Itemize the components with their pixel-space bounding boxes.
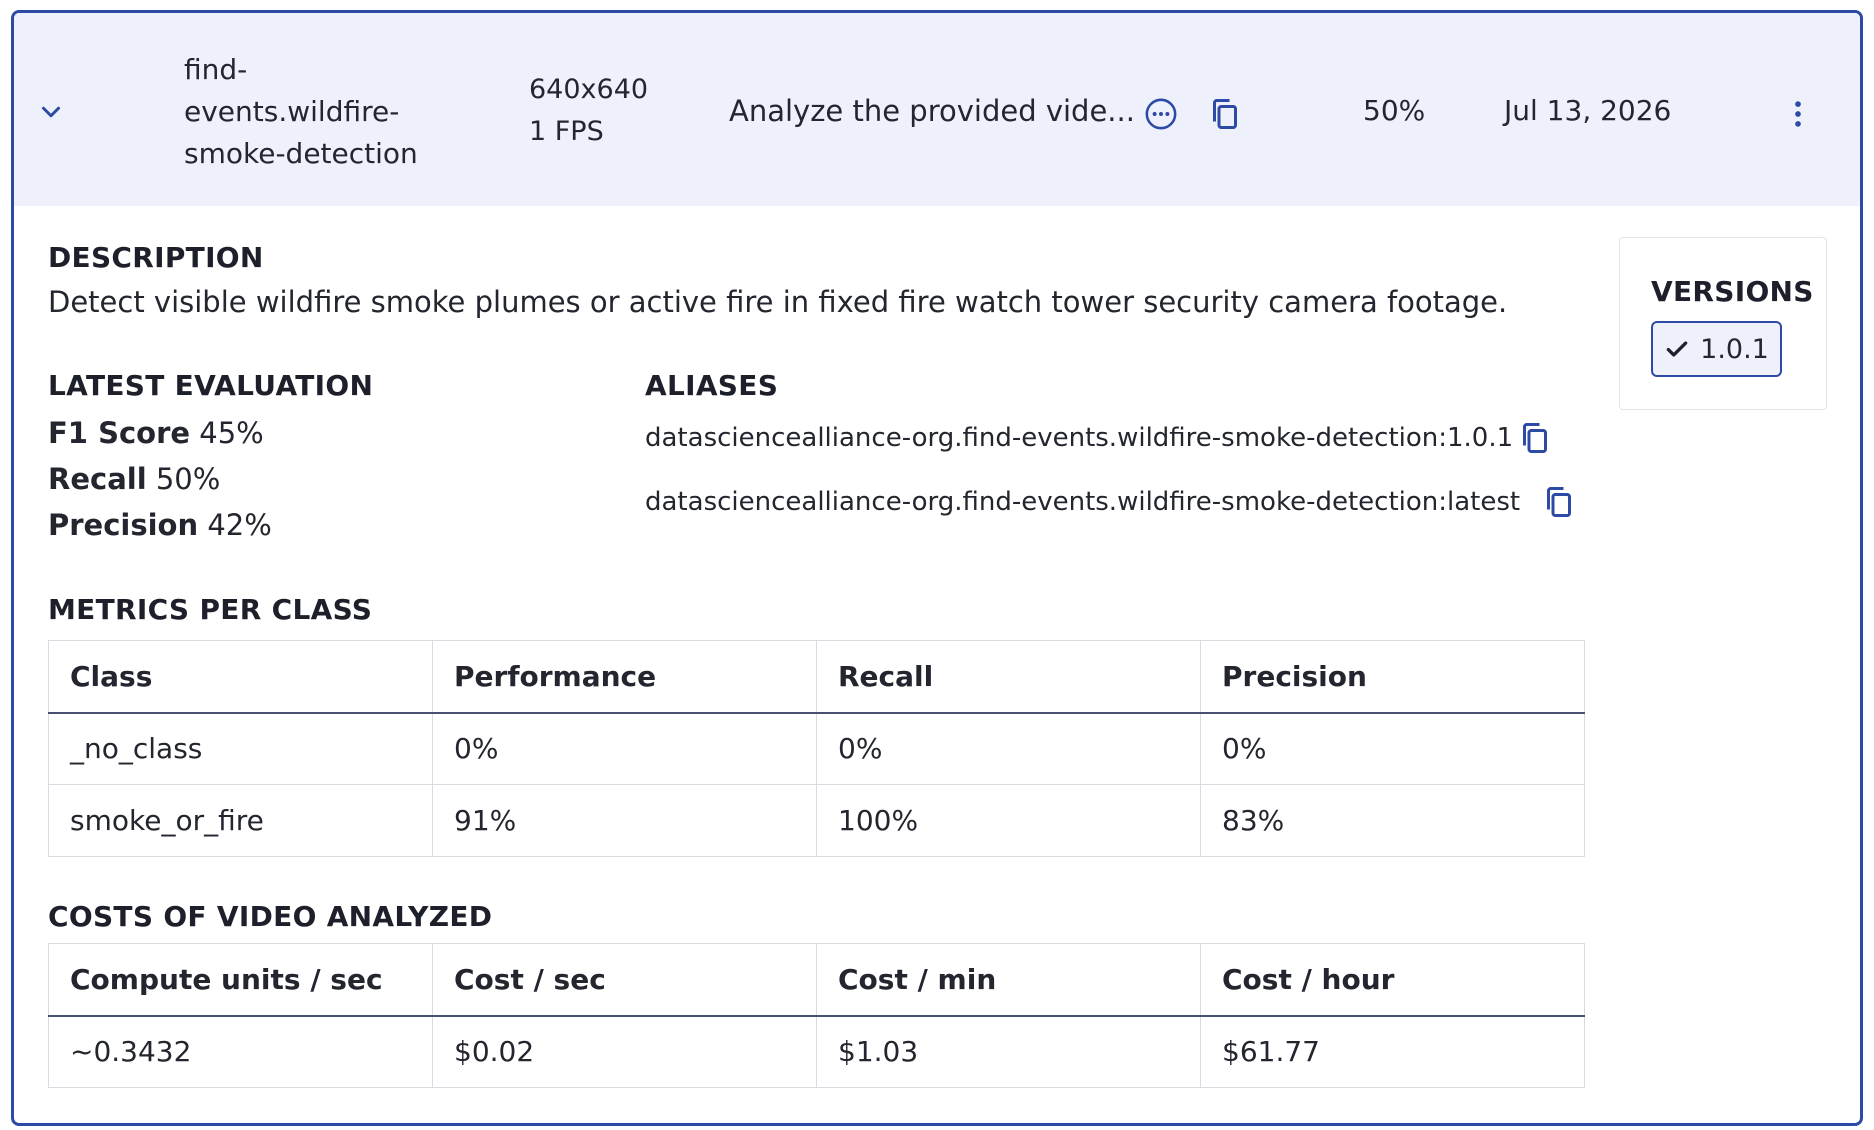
- metric-value: 50%: [155, 462, 221, 496]
- metric-label: Precision: [48, 508, 199, 542]
- versions-title: VERSIONS: [1651, 275, 1814, 308]
- aliases-title: ALIASES: [645, 369, 779, 402]
- metric-value: 42%: [207, 508, 272, 542]
- description-text: Detect visible wildfire smoke plumes or …: [48, 285, 1508, 319]
- updated-date: Jul 13, 2026: [1504, 94, 1672, 127]
- fps: 1 FPS: [529, 116, 604, 147]
- table-header-row: Class Performance Recall Precision: [48, 640, 1585, 714]
- table-cell: 0%: [816, 712, 1201, 785]
- metric-recall: Recall 50%: [48, 462, 220, 496]
- metric-label: F1 Score: [48, 416, 191, 450]
- model-name: find- events.wildfire- smoke-detection: [184, 49, 474, 175]
- table-cell: 0%: [1200, 712, 1585, 785]
- costs-table: Compute units / sec Cost / sec Cost / mi…: [48, 943, 1585, 1088]
- column-header: Cost / hour: [1200, 943, 1585, 1017]
- latest-evaluation-title: LATEST EVALUATION: [48, 369, 374, 402]
- table-cell: $0.02: [432, 1015, 817, 1088]
- table-cell: 83%: [1200, 784, 1585, 857]
- table-cell: 100%: [816, 784, 1201, 857]
- resolution-info: 640x640 1 FPS: [529, 69, 648, 153]
- table-cell: $61.77: [1200, 1015, 1585, 1088]
- version-button[interactable]: 1.0.1: [1651, 321, 1782, 377]
- column-header: Compute units / sec: [48, 943, 433, 1017]
- column-header: Performance: [432, 640, 817, 714]
- column-header: Precision: [1200, 640, 1585, 714]
- resolution: 640x640: [529, 74, 649, 105]
- table-cell: $1.03: [816, 1015, 1201, 1088]
- table-cell: 91%: [432, 784, 817, 857]
- column-header: Class: [48, 640, 433, 714]
- column-header: Cost / min: [816, 943, 1201, 1017]
- metric-value: 45%: [199, 416, 264, 450]
- model-card: find- events.wildfire- smoke-detection 6…: [11, 10, 1863, 1126]
- column-header: Recall: [816, 640, 1201, 714]
- table-header-row: Compute units / sec Cost / sec Cost / mi…: [48, 943, 1585, 1017]
- costs-title: COSTS OF VIDEO ANALYZED: [48, 900, 493, 933]
- metrics-per-class-title: METRICS PER CLASS: [48, 593, 373, 626]
- column-header: Cost / sec: [432, 943, 817, 1017]
- chevron-down-icon[interactable]: [36, 97, 66, 127]
- copy-icon[interactable]: [1541, 484, 1577, 520]
- model-name-line: find-: [184, 53, 248, 86]
- table-row: ~0.3432 $0.02 $1.03 $61.77: [48, 1015, 1585, 1088]
- metric-f1: F1 Score 45%: [48, 416, 264, 450]
- table-cell: smoke_or_fire: [48, 784, 433, 857]
- version-label: 1.0.1: [1700, 333, 1769, 365]
- model-row-header[interactable]: find- events.wildfire- smoke-detection 6…: [14, 13, 1860, 206]
- metrics-per-class-table: Class Performance Recall Precision _no_c…: [48, 640, 1585, 857]
- copy-icon[interactable]: [1207, 96, 1243, 132]
- prompt-preview: Analyze the provided vide...: [729, 94, 1135, 128]
- model-name-line: events.wildfire-: [184, 95, 400, 128]
- model-name-line: smoke-detection: [184, 137, 418, 170]
- table-row: smoke_or_fire 91% 100% 83%: [48, 784, 1585, 857]
- table-cell: ~0.3432: [48, 1015, 433, 1088]
- table-cell: 0%: [432, 712, 817, 785]
- alias-item: datasciencealliance-org.find-events.wild…: [645, 423, 1514, 453]
- alias-item: datasciencealliance-org.find-events.wild…: [645, 487, 1521, 517]
- table-row: _no_class 0% 0% 0%: [48, 712, 1585, 785]
- evaluation-score: 50%: [1363, 94, 1426, 127]
- check-icon: [1666, 341, 1688, 357]
- ellipsis-circle-icon[interactable]: [1144, 97, 1178, 131]
- copy-icon[interactable]: [1517, 420, 1553, 456]
- table-cell: _no_class: [48, 712, 433, 785]
- kebab-menu-icon[interactable]: [1781, 97, 1815, 131]
- metric-label: Recall: [48, 462, 147, 496]
- description-title: DESCRIPTION: [48, 241, 264, 274]
- metric-precision: Precision 42%: [48, 508, 272, 542]
